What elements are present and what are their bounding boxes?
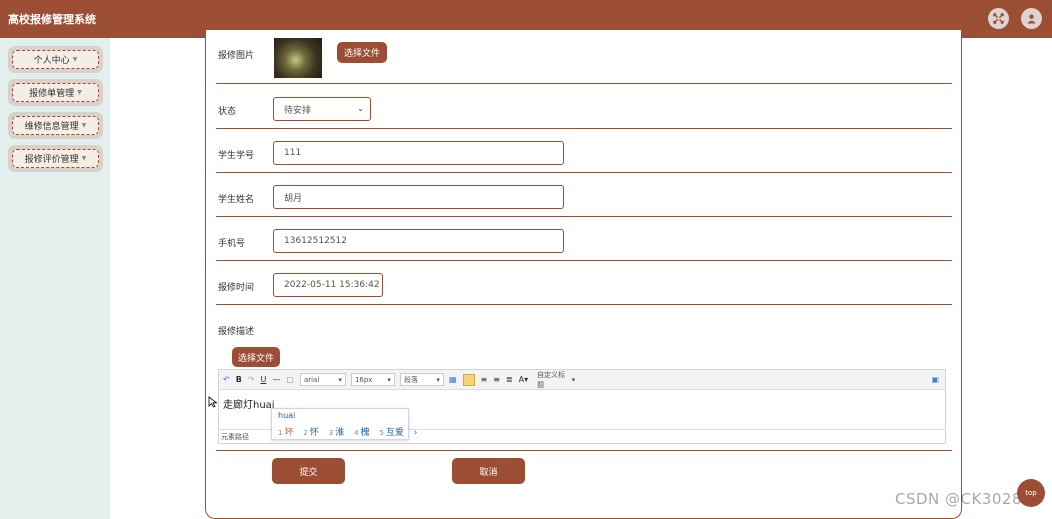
row-divider [216,216,952,217]
ime-next-page-icon[interactable]: › [414,428,418,438]
align-left-icon[interactable] [462,373,475,386]
student-id-input[interactable]: 111 [273,141,564,165]
user-icon[interactable] [1021,8,1042,29]
choose-description-file-button[interactable]: 选择文件 [232,347,280,367]
mouse-cursor-icon [208,396,218,408]
repair-time-label: 报修时间 [218,283,255,293]
student-name-input[interactable]: 胡月 [273,185,564,209]
status-value: 待安排 [284,105,312,116]
chevron-down-icon: ▼ [81,155,87,162]
align-justify-icon[interactable]: ≣ [506,375,513,384]
ime-candidate[interactable]: 1坏 [278,428,293,438]
row-divider [216,304,952,305]
fullscreen-glyph [993,13,1004,24]
font-color-icon[interactable]: A▾ [519,375,529,384]
align-center-icon[interactable]: ≡ [481,375,488,384]
row-divider [216,260,952,261]
sidebar-item-label: 报修评价管理 [24,155,79,165]
watermark: CSDN @CK3028 [895,490,1023,508]
ime-candidate[interactable]: 2怀 [303,428,318,438]
description-label: 报修描述 [218,327,255,337]
font-family-value: arial [303,375,320,384]
align-right-icon[interactable]: ≡ [493,375,500,384]
editor-content[interactable]: 走廊灯huai [223,396,275,411]
image-label: 报修图片 [218,51,255,61]
app-title: 高校报修管理系统 [8,13,96,26]
form-panel: 报修图片 选择文件 状态 待安排 ⌄ 学生学号 111 学生姓名 胡月 手机号 … [205,30,962,519]
redo-icon[interactable]: ↷ [248,375,255,384]
ime-candidate[interactable]: 4槐 [354,428,369,438]
sidebar: 个人中心 ▼ 报修单管理 ▼ 维修信息管理 ▼ 报修评价管理 ▼ [0,38,110,519]
editor-toolbar: ↶ B ↷ U — ▢ arial ▾ 16px ▾ 段落 ▾ ▦ ≡ ≡ ≣ A▾ … [219,370,945,390]
font-size-value: 16px [354,375,373,384]
ime-pinyin: huai [278,411,296,420]
chevron-down-icon: ▾ [387,375,391,384]
rich-text-editor[interactable]: ↶ B ↷ U — ▢ arial ▾ 16px ▾ 段落 ▾ ▦ ≡ ≡ ≣ A▾ … [218,369,946,444]
undo-icon[interactable]: ↶ [223,375,230,384]
back-to-top-button[interactable]: top [1017,479,1045,507]
phone-label: 手机号 [218,239,246,249]
fullscreen-editor-icon[interactable]: ▣ [931,375,939,384]
font-family-select[interactable]: arial ▾ [299,373,346,386]
chevron-down-icon: ▾ [338,375,342,384]
status-select[interactable]: 待安排 ⌄ [273,97,371,121]
sidebar-item-inner: 维修信息管理 ▼ [12,116,99,135]
table-icon[interactable]: ▦ [449,375,457,384]
repair-image-thumbnail [274,38,322,78]
chevron-down-icon: ▼ [81,122,87,129]
sidebar-item-repair-reviews[interactable]: 报修评价管理 ▼ [8,145,103,172]
chevron-down-icon: ▼ [77,89,82,96]
custom-title-value: 自定义标题 [537,370,566,389]
custom-title-select[interactable]: 自定义标题 ▾ [534,371,578,389]
sidebar-item-label: 个人中心 [33,56,70,66]
submit-button[interactable]: 提交 [272,458,345,484]
chevron-down-icon: ▾ [571,375,576,384]
choose-image-file-button[interactable]: 选择文件 [337,42,387,63]
row-divider [216,450,952,451]
paragraph-select[interactable]: 段落 ▾ [399,373,444,386]
chevron-down-icon: ▼ [72,56,78,63]
horizontal-rule-icon[interactable]: — [272,375,280,384]
row-divider [216,128,952,129]
chevron-down-icon: ▾ [436,375,440,384]
ime-candidates: 1坏 2怀 3淮 4槐 5 互爱 › [278,425,417,438]
sidebar-item-label: 报修单管理 [29,89,75,99]
sidebar-item-inner: 个人中心 ▼ [12,50,99,69]
user-glyph [1027,14,1036,24]
clear-format-icon[interactable]: ▢ [286,375,294,384]
sidebar-item-label: 维修信息管理 [24,122,79,132]
paragraph-value: 段落 [403,375,418,384]
student-id-value: 111 [284,148,302,158]
phone-input[interactable]: 13612512512 [273,229,564,253]
row-divider [216,83,952,84]
underline-icon[interactable]: U [261,375,267,384]
student-id-label: 学生学号 [218,151,255,161]
sidebar-item-inner: 报修单管理 ▼ [12,83,99,102]
fullscreen-icon[interactable] [988,8,1009,29]
repair-time-value: 2022-05-11 15:36:42 [284,280,380,290]
row-divider [216,172,952,173]
ime-candidate[interactable]: 5 互爱 [379,428,403,438]
phone-value: 13612512512 [284,236,347,246]
sidebar-item-repair-orders[interactable]: 报修单管理 ▼ [8,79,103,106]
sidebar-item-maintenance-info[interactable]: 维修信息管理 ▼ [8,112,103,139]
cancel-button[interactable]: 取消 [452,458,525,484]
font-size-select[interactable]: 16px ▾ [350,373,395,386]
repair-time-input[interactable]: 2022-05-11 15:36:42 [273,273,383,297]
student-name-value: 胡月 [284,193,303,204]
chevron-down-icon: ⌄ [357,104,364,113]
ime-candidate-popup[interactable]: huai 1坏 2怀 3淮 4槐 5 互爱 › [271,408,417,440]
sidebar-item-personal-center[interactable]: 个人中心 ▼ [8,46,103,73]
student-name-label: 学生姓名 [218,195,255,205]
bold-icon[interactable]: B [236,375,242,384]
sidebar-item-inner: 报修评价管理 ▼ [12,149,99,168]
element-path-label: 元素路径 [221,432,249,441]
status-label: 状态 [218,107,237,117]
ime-candidate[interactable]: 3淮 [329,428,344,438]
